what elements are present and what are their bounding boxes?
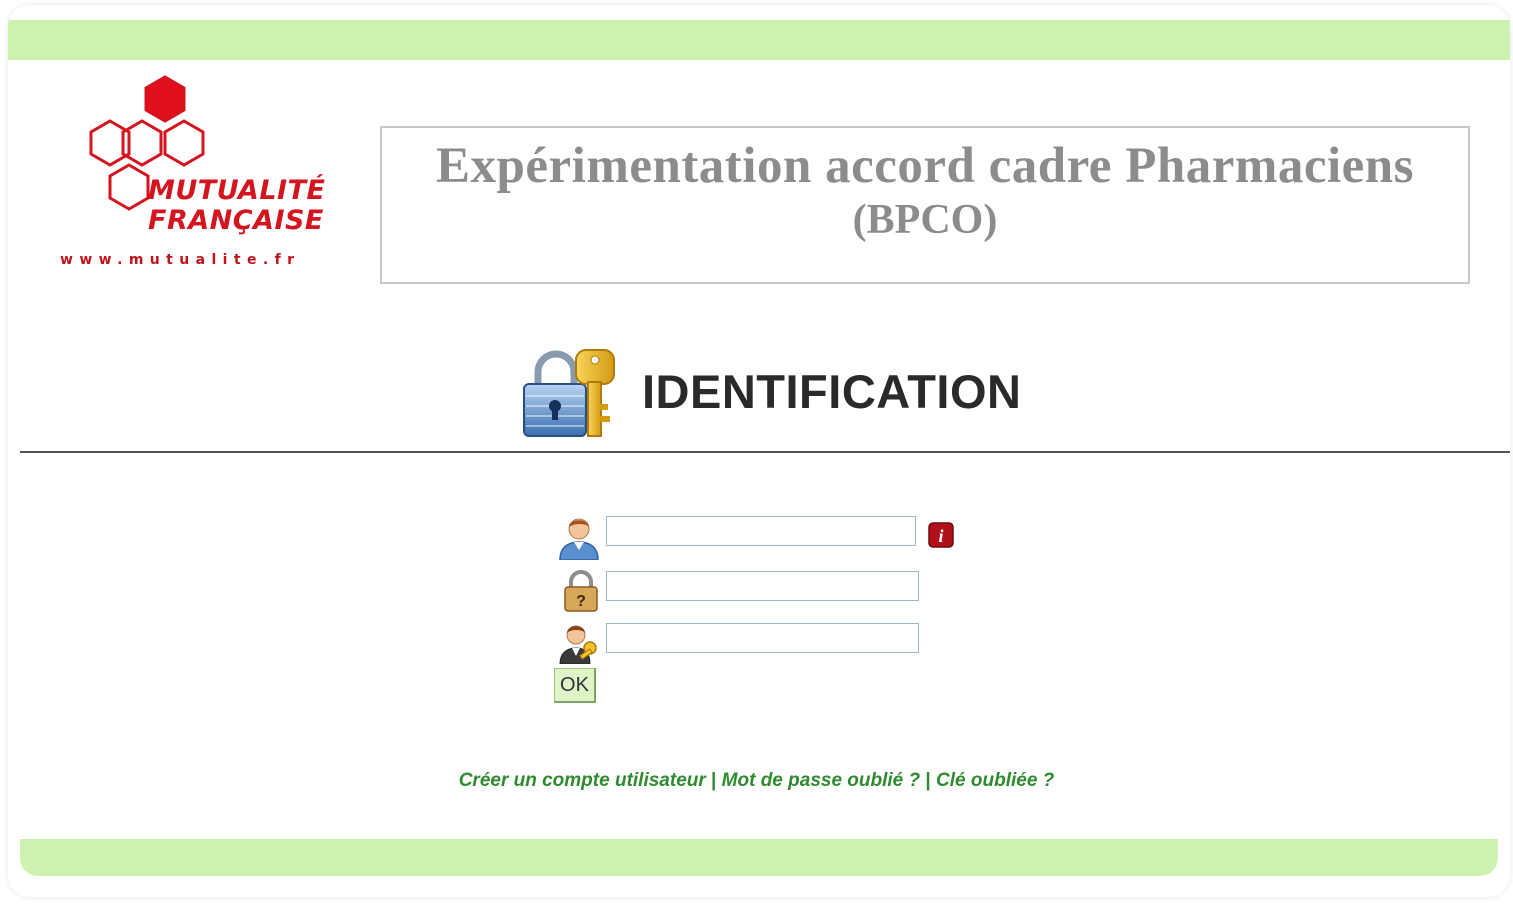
logo-line2: FRANÇAISE [148,205,324,236]
forgot-password-link[interactable]: Mot de passe oublié ? [722,770,920,791]
key-input[interactable] [606,623,919,653]
svg-text:?: ? [576,593,586,610]
login-input[interactable] [606,516,916,546]
forgot-key-link[interactable]: Clé oubliée ? [936,770,1054,791]
link-separator: | [925,770,931,791]
divider [20,451,1510,453]
logo-url: www.mutualite.fr [60,252,301,268]
footer-links: Créer un compte utilisateur | Mot de pas… [0,770,1513,792]
padlock-question-icon: ? [558,568,604,614]
link-separator: | [711,770,717,791]
bottom-bar [20,839,1498,876]
page-title: Expérimentation accord cadre Pharmaciens [436,138,1414,194]
mutualite-logo: MUTUALITÉ FRANÇAISE www.mutualite.fr [58,68,358,288]
user-key-icon [556,618,602,665]
logo-wordmark: MUTUALITÉ FRANÇAISE [148,176,325,236]
lock-key-icon [516,346,620,442]
create-account-link[interactable]: Créer un compte utilisateur [459,770,706,791]
logo-line1: MUTUALITÉ [148,175,326,206]
info-icon[interactable]: i [928,522,954,548]
top-bar [8,20,1510,60]
title-box: Expérimentation accord cadre Pharmaciens… [380,126,1470,284]
svg-text:i: i [938,526,943,546]
identification-title: IDENTIFICATION [642,365,1022,418]
user-icon [556,514,602,561]
password-input[interactable] [606,571,919,601]
ok-button[interactable]: OK [554,668,596,703]
page-subtitle: (BPCO) [852,197,998,243]
